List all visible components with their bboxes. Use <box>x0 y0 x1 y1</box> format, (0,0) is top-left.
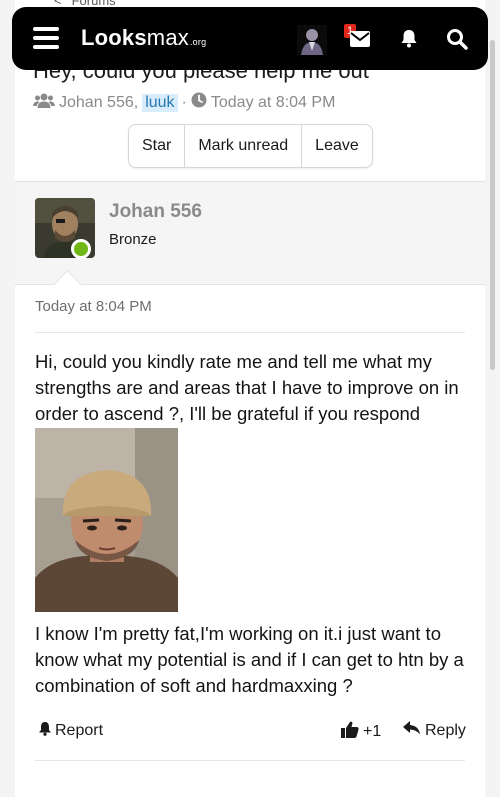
logo-rest: max <box>146 25 189 50</box>
hamburger-icon[interactable] <box>33 27 59 49</box>
poster-username[interactable]: Johan 556 <box>109 201 202 223</box>
reply-label: Reply <box>425 721 466 739</box>
like-count: +1 <box>363 723 382 740</box>
users-icon <box>33 92 55 113</box>
post-paragraph: Hi, could you kindly rate me and tell me… <box>35 351 459 424</box>
thumbs-up-icon <box>341 721 359 743</box>
thread-meta: Johan 556, luuk · Today at 8:04 PM <box>33 92 335 113</box>
thread-participant[interactable]: luuk <box>142 93 178 112</box>
star-button[interactable]: Star <box>129 125 186 167</box>
thread-author[interactable]: Johan 556, <box>59 94 138 112</box>
post-user-card: Johan 556 Bronze <box>15 181 485 297</box>
top-navbar: Looksmax.org 1 <box>12 7 488 70</box>
thread-actions: Star Mark unread Leave <box>128 124 373 168</box>
leave-button[interactable]: Leave <box>302 125 372 167</box>
report-label: Report <box>55 722 104 739</box>
report-button[interactable]: Report <box>38 721 103 741</box>
clock-icon <box>191 92 207 113</box>
bell-icon[interactable] <box>399 28 419 48</box>
search-icon[interactable] <box>446 28 468 50</box>
poster-user-title: Bronze <box>109 231 157 248</box>
user-avatar[interactable] <box>297 25 327 55</box>
like-button[interactable]: +1 <box>341 721 381 743</box>
post-date[interactable]: Today at 8:04 PM <box>35 298 152 315</box>
envelope-icon[interactable] <box>350 31 370 47</box>
post-paragraph-2: I know I'm pretty fat,I'm working on it.… <box>35 623 464 696</box>
logo-suffix: .org <box>189 37 207 47</box>
mark-unread-button[interactable]: Mark unread <box>185 125 303 167</box>
online-status-indicator <box>71 239 91 259</box>
reply-button[interactable]: Reply <box>403 721 466 740</box>
bell-icon <box>38 721 52 741</box>
thread-time[interactable]: Today at 8:04 PM <box>211 94 336 112</box>
post-attached-photo[interactable] <box>35 428 178 612</box>
post-divider <box>35 332 465 333</box>
reply-icon <box>403 721 421 740</box>
post-footer: Report +1 Reply <box>35 718 466 743</box>
post-end-divider <box>35 760 465 761</box>
logo-main: Looks <box>81 25 147 50</box>
site-logo[interactable]: Looksmax.org <box>81 25 206 51</box>
meta-separator: · <box>181 93 187 111</box>
scrollbar[interactable] <box>490 40 495 370</box>
